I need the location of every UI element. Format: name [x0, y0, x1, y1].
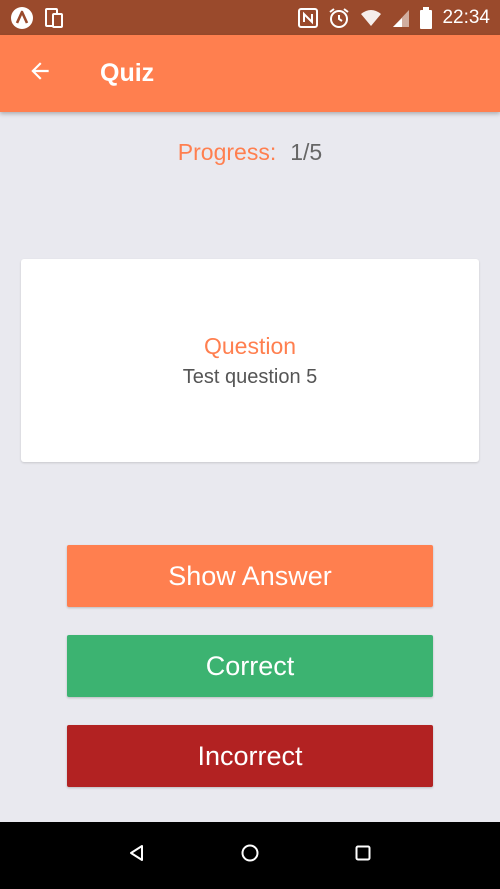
progress-indicator: Progress: 1/5: [0, 136, 500, 168]
system-nav-bar: [0, 822, 500, 889]
app-bar: Quiz: [0, 35, 500, 112]
nav-home-icon: [240, 843, 260, 868]
nav-back-button[interactable]: [117, 836, 157, 876]
back-button[interactable]: [20, 54, 60, 94]
status-bar: 22:34: [0, 0, 500, 35]
progress-label: Progress:: [177, 138, 277, 165]
nav-recents-icon: [354, 844, 372, 867]
page-title: Quiz: [100, 59, 155, 87]
app-logo-icon: [10, 6, 34, 30]
nav-recents-button[interactable]: [343, 836, 383, 876]
question-heading: Question: [203, 332, 297, 359]
wifi-icon: [360, 8, 382, 28]
tablet-icon: [44, 7, 64, 29]
status-bar-left: [10, 6, 64, 30]
back-arrow-icon: [27, 58, 53, 89]
status-bar-right: 22:34: [298, 6, 490, 29]
question-card: Question Test question 5: [21, 259, 479, 462]
correct-button[interactable]: Correct: [67, 635, 433, 697]
nav-home-button[interactable]: [230, 836, 270, 876]
progress-value: 1/5: [290, 138, 323, 165]
show-answer-button[interactable]: Show Answer: [67, 545, 433, 607]
incorrect-button[interactable]: Incorrect: [67, 725, 433, 787]
signal-icon: [392, 8, 410, 28]
battery-icon: [420, 6, 433, 29]
alarm-icon: [328, 7, 350, 29]
question-text: Test question 5: [182, 365, 318, 388]
nav-back-icon: [127, 843, 147, 868]
nfc-icon: [298, 7, 319, 28]
status-time: 22:34: [442, 6, 490, 28]
